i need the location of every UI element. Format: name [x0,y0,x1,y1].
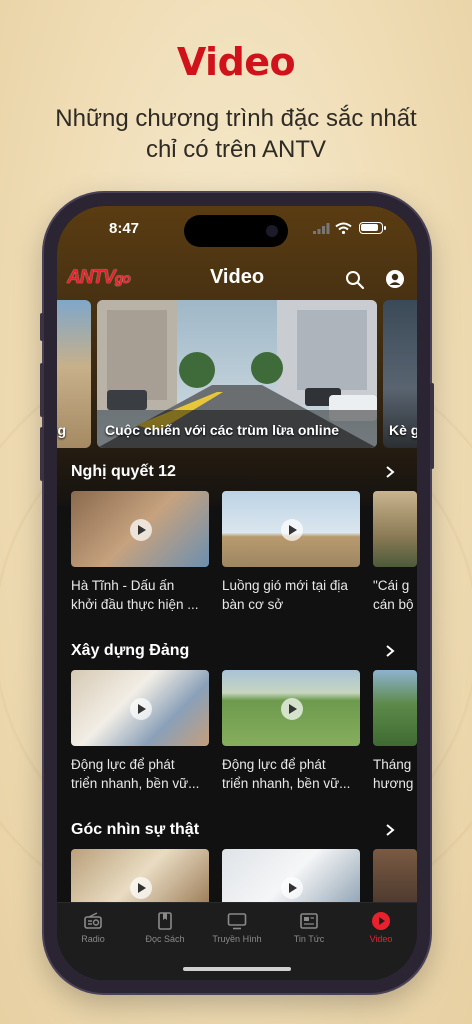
promo-subline-1: Những chương trình đặc sắc nhất [55,105,417,132]
video-thumb[interactable] [222,491,360,567]
hero-caption-prev: ng [57,422,67,438]
video-caption[interactable]: Hà Tĩnh - Dấu ấn khởi đầu thực hiện ... [71,576,211,614]
chevron-right-icon[interactable] [385,824,395,836]
section-title-goc-nhin-su-that[interactable]: Góc nhìn sự thật [71,821,199,839]
search-icon[interactable] [345,270,365,290]
wifi-icon [335,222,352,234]
tab-doc-sach[interactable]: Đọc Sách [129,911,201,944]
tab-tin-tuc[interactable]: Tin Tức [273,911,345,944]
video-caption-line1: Hà Tĩnh - Dấu ấn [71,578,175,593]
video-caption-line1: "Cái g [373,578,410,593]
video-caption-line1: Động lực để phát [222,757,326,772]
chevron-right-icon[interactable] [385,645,395,657]
video-caption[interactable]: Luồng gió mới tại địa bàn cơ sở [222,576,362,614]
chevron-right-icon[interactable] [385,466,395,478]
hero-caption-main: Cuộc chiến với các trùm lừa online [105,422,340,438]
hero-card-next[interactable]: Kè g [383,300,417,448]
radio-icon [84,912,102,929]
tab-label: Video [369,934,393,944]
section-title-nghi-quyet[interactable]: Nghị quyết 12 [71,463,176,481]
hero-card-main[interactable]: Cuộc chiến với các trùm lừa online [97,300,377,448]
video-caption[interactable]: "Cái g cán bộ [373,576,417,614]
video-caption-line1: Luồng gió mới tại địa [222,578,348,593]
video-caption-line2: cán bộ [373,597,414,612]
tab-label: Truyền Hình [212,934,262,944]
tv-icon [227,913,247,930]
book-icon [158,912,172,930]
battery-icon [359,222,386,234]
cellular-signal-icon [313,223,330,234]
play-icon [281,877,303,899]
video-caption-line2: bàn cơ sở [222,597,284,612]
tab-label: Radio [81,934,105,944]
video-caption-line2: triển nhanh, bền vữ... [71,776,200,791]
hero-card-prev[interactable]: ng [57,300,91,448]
home-indicator [183,967,291,971]
video-caption-line2: hương [373,776,414,791]
play-icon [130,877,152,899]
video-caption[interactable]: Tháng hương [373,755,417,793]
play-icon [130,519,152,541]
hero-caption-next: Kè g [389,422,417,438]
video-caption-line2: triển nhanh, bền vữ... [222,776,351,791]
newspaper-icon [300,913,318,929]
video-thumb[interactable] [373,491,417,567]
play-icon [281,698,303,720]
video-caption-line1: Tháng [373,757,412,772]
bottom-tab-bar: Radio Đọc Sách Truyền Hình Tin Tức Video [57,902,417,980]
play-icon [130,698,152,720]
video-play-icon [372,912,390,930]
play-icon [281,519,303,541]
video-thumb[interactable] [373,670,417,746]
video-thumb[interactable] [71,491,209,567]
tab-label: Đọc Sách [145,934,185,944]
promo-subline-2: chỉ có trên ANTV [145,136,327,163]
tab-truyen-hinh[interactable]: Truyền Hình [201,911,273,944]
section-title-xay-dung-dang[interactable]: Xây dựng Đảng [71,642,189,660]
promo-subline: Những chương trình đặc sắc nhất chỉ có t… [0,103,472,165]
promo-headline: Video [176,40,296,84]
video-thumb[interactable] [222,670,360,746]
dynamic-island [184,215,288,247]
video-thumb[interactable] [71,670,209,746]
tab-label: Tin Tức [293,934,325,944]
tab-radio[interactable]: Radio [57,911,129,944]
video-caption[interactable]: Động lực để phát triển nhanh, bền vữ... [71,755,211,793]
app-bar: ANTVgo Video [57,258,417,298]
video-caption[interactable]: Động lực để phát triển nhanh, bền vữ... [222,755,362,793]
phone-frame: 8:47 ANTVgo Video g Cuộc chiến với các t… [40,193,434,993]
tab-video[interactable]: Video [345,911,417,944]
video-caption-line1: Động lực để phát [71,757,175,772]
user-icon[interactable] [385,269,405,289]
video-caption-line2: khởi đầu thực hiện ... [71,597,199,612]
phone-screen: 8:47 ANTVgo Video g Cuộc chiến với các t… [57,206,417,980]
status-time: 8:47 [109,220,140,237]
status-bar: 8:47 [57,206,417,252]
